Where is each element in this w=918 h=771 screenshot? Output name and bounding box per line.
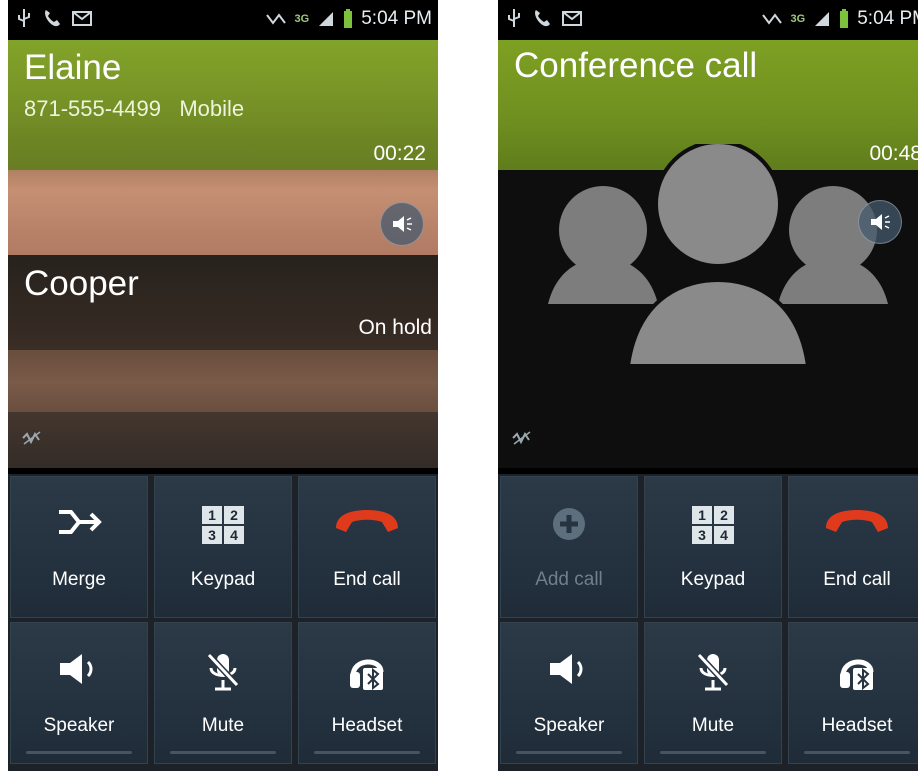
end-call-label: End call xyxy=(333,569,401,590)
mute-button[interactable]: Mute xyxy=(644,622,782,764)
network-3g-icon: 3G xyxy=(294,13,310,25)
keypad-icon: 1 2 3 4 xyxy=(202,506,244,544)
bottom-info-band xyxy=(8,412,438,468)
message-icon xyxy=(72,11,92,26)
network-3g-icon: 3G xyxy=(790,13,806,25)
signal-icon xyxy=(319,12,334,26)
speaker-label: Speaker xyxy=(533,715,605,736)
phone-icon xyxy=(535,10,550,27)
noise-reduction-icon xyxy=(512,431,531,445)
call-screen-two-calls: 3G 5:04 PM Elaine 871-555-4499 Mobile 00… xyxy=(8,0,438,771)
held-caller-name: Cooper xyxy=(24,264,139,303)
noise-reduction-icon xyxy=(22,431,41,445)
conference-photo: Conference call 00:48 xyxy=(498,40,918,468)
speaker-indicator xyxy=(26,751,132,754)
keypad-icon-digit: 1 xyxy=(202,506,222,524)
keypad-label: Keypad xyxy=(190,569,256,590)
merge-button[interactable]: Merge xyxy=(10,476,148,618)
status-bar: 3G 5:04 PM xyxy=(8,0,438,40)
headset-indicator xyxy=(804,751,910,754)
keypad-label: Keypad xyxy=(680,569,746,590)
keypad-icon-digit: 4 xyxy=(714,526,734,544)
keypad-icon-digit: 2 xyxy=(714,506,734,524)
speaker-indicator xyxy=(516,751,622,754)
merge-label: Merge xyxy=(52,569,106,590)
end-call-label: End call xyxy=(823,569,891,590)
keypad-icon-digit: 4 xyxy=(224,526,244,544)
conference-avatar-icon xyxy=(548,144,888,368)
headset-label: Headset xyxy=(331,715,403,736)
battery-icon xyxy=(840,9,849,28)
call-controls: Add call 1 2 3 4 Keypad End call Speaker xyxy=(498,474,918,771)
phone-icon xyxy=(45,10,60,27)
add-call-button[interactable]: Add call xyxy=(500,476,638,618)
mute-mic-icon xyxy=(696,652,730,691)
call-timer: 00:22 xyxy=(373,142,426,165)
merge-icon xyxy=(59,510,102,534)
usb-icon xyxy=(18,9,30,27)
signal-icon xyxy=(815,12,830,26)
mute-button[interactable]: Mute xyxy=(154,622,292,764)
speaker-label: Speaker xyxy=(43,715,115,736)
end-call-button[interactable]: End call xyxy=(298,476,436,618)
conference-title: Conference call xyxy=(514,46,758,85)
add-call-label: Add call xyxy=(535,569,603,590)
speaker-button[interactable]: Speaker xyxy=(500,622,638,764)
bluetooth-headset-icon xyxy=(840,659,874,691)
speaker-icon xyxy=(550,654,583,684)
end-call-icon xyxy=(336,510,398,532)
hold-status: On hold xyxy=(358,316,432,339)
headset-button[interactable]: Headset xyxy=(298,622,436,764)
active-caller-number: 871-555-4499 Mobile xyxy=(24,96,244,122)
usb-icon xyxy=(508,9,520,27)
speaker-icon xyxy=(393,216,412,232)
mute-label: Mute xyxy=(201,715,245,736)
bluetooth-headset-icon xyxy=(350,659,384,691)
end-call-button[interactable]: End call xyxy=(788,476,918,618)
call-timer: 00:48 xyxy=(869,142,918,165)
mute-notification-icon xyxy=(761,13,782,25)
clock: 5:04 PM xyxy=(361,8,432,29)
mute-indicator xyxy=(170,751,276,754)
keypad-icon-digit: 1 xyxy=(692,506,712,524)
active-caller-name: Elaine xyxy=(24,48,122,87)
caller-number-type: Mobile xyxy=(179,96,245,121)
caller-number: 871-555-4499 xyxy=(24,96,162,121)
keypad-button[interactable]: 1 2 3 4 Keypad xyxy=(644,476,782,618)
speaker-icon xyxy=(60,654,93,684)
keypad-button[interactable]: 1 2 3 4 Keypad xyxy=(154,476,292,618)
mute-indicator xyxy=(660,751,766,754)
keypad-icon-digit: 3 xyxy=(202,526,222,544)
speaker-button[interactable]: Speaker xyxy=(10,622,148,764)
headset-indicator xyxy=(314,751,420,754)
headset-button[interactable]: Headset xyxy=(788,622,918,764)
keypad-icon-digit: 3 xyxy=(692,526,712,544)
mute-notification-icon xyxy=(265,13,286,25)
message-icon xyxy=(562,11,582,26)
call-screen-conference: 3G 5:04 PM Conference call 00:48 Add cal… xyxy=(498,0,918,771)
speaker-toggle[interactable] xyxy=(380,202,424,246)
clock: 5:04 PM xyxy=(857,8,918,29)
call-controls: Merge 1 2 3 4 Keypad End call Speaker Mu… xyxy=(8,474,438,771)
mute-label: Mute xyxy=(691,715,735,736)
add-call-icon xyxy=(553,508,585,540)
status-bar: 3G 5:04 PM xyxy=(498,0,918,40)
speaker-icon xyxy=(871,214,890,230)
keypad-icon: 1 2 3 4 xyxy=(692,506,734,544)
caller-photo: Elaine 871-555-4499 Mobile 00:22 Cooper … xyxy=(8,40,438,468)
keypad-icon-digit: 2 xyxy=(224,506,244,524)
headset-label: Headset xyxy=(821,715,893,736)
mute-mic-icon xyxy=(206,652,240,691)
end-call-icon xyxy=(826,510,888,532)
battery-icon xyxy=(344,9,353,28)
speaker-toggle[interactable] xyxy=(858,200,902,244)
